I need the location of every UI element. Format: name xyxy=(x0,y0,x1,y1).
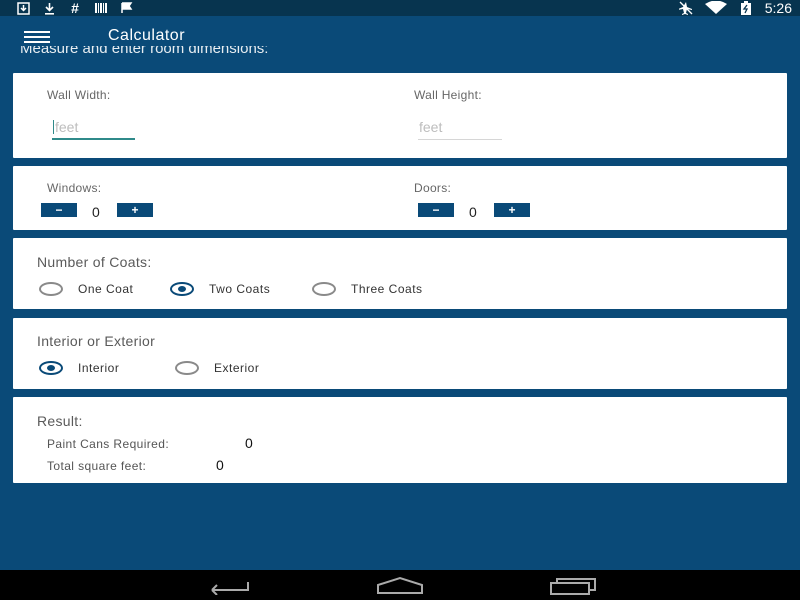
result-card: Result: Paint Cans Required: 0 Total squ… xyxy=(13,397,787,483)
openings-card: Windows: − 0 + Doors: − 0 + xyxy=(13,166,787,230)
paint-cans-label: Paint Cans Required: xyxy=(47,437,170,451)
download-box-icon xyxy=(16,1,30,15)
doors-increment-button[interactable]: + xyxy=(494,203,530,217)
location-heading: Interior or Exterior xyxy=(37,333,156,349)
home-icon[interactable] xyxy=(376,575,424,595)
radio-button-checked-icon xyxy=(39,361,63,375)
radio-three-coats[interactable]: Three Coats xyxy=(312,282,423,296)
windows-count: 0 xyxy=(92,204,100,220)
paint-cans-value: 0 xyxy=(245,435,253,451)
dimensions-card: Wall Width: feet Wall Height: feet xyxy=(13,73,787,158)
doors-count: 0 xyxy=(469,204,477,220)
text-caret xyxy=(53,120,54,134)
windows-decrement-button[interactable]: − xyxy=(41,203,77,217)
coats-heading: Number of Coats: xyxy=(37,254,152,270)
status-bar: # 5:26 xyxy=(0,0,800,16)
recent-apps-icon[interactable] xyxy=(549,575,597,595)
radio-button-checked-icon xyxy=(170,282,194,296)
radio-two-coats[interactable]: Two Coats xyxy=(170,282,270,296)
battery-icon xyxy=(739,1,753,15)
wall-height-placeholder: feet xyxy=(419,119,443,135)
radio-one-coat[interactable]: One Coat xyxy=(39,282,133,296)
radio-button-icon xyxy=(312,282,336,296)
app-title: Calculator xyxy=(108,27,186,44)
wall-height-input[interactable]: feet xyxy=(418,116,502,140)
airplane-icon xyxy=(678,1,693,15)
windows-label: Windows: xyxy=(47,181,102,195)
back-icon[interactable] xyxy=(206,575,252,596)
radio-interior[interactable]: Interior xyxy=(39,361,119,375)
radio-label: Interior xyxy=(78,361,120,375)
doors-decrement-button[interactable]: − xyxy=(418,203,454,217)
hashtag-icon: # xyxy=(71,0,79,16)
radio-button-icon xyxy=(39,282,63,296)
wall-width-label: Wall Width: xyxy=(47,88,111,102)
system-icons: 5:26 xyxy=(678,0,792,16)
clock: 5:26 xyxy=(764,0,792,16)
windows-increment-button[interactable]: + xyxy=(117,203,153,217)
radio-label: One Coat xyxy=(78,282,134,296)
wall-width-placeholder: feet xyxy=(55,119,79,135)
total-sqft-label: Total square feet: xyxy=(47,459,147,473)
navigation-bar xyxy=(0,570,800,600)
wifi-icon xyxy=(704,1,727,15)
radio-label: Two Coats xyxy=(209,282,271,296)
result-heading: Result: xyxy=(37,413,83,429)
notification-icons: # xyxy=(16,1,134,15)
total-sqft-value: 0 xyxy=(216,457,224,473)
download-icon xyxy=(42,1,56,15)
wall-height-label: Wall Height: xyxy=(414,88,482,102)
wall-width-input[interactable]: feet xyxy=(52,116,135,140)
radio-label: Three Coats xyxy=(351,282,423,296)
doors-label: Doors: xyxy=(414,181,452,195)
barcode-icon xyxy=(94,1,108,15)
radio-button-icon xyxy=(175,361,199,375)
radio-label: Exterior xyxy=(214,361,260,375)
radio-exterior[interactable]: Exterior xyxy=(175,361,259,375)
coats-card: Number of Coats: One Coat Two Coats Thre… xyxy=(13,238,787,309)
hamburger-menu-icon[interactable] xyxy=(24,28,50,48)
flag-icon xyxy=(120,1,134,15)
location-card: Interior or Exterior Interior Exterior xyxy=(13,318,787,389)
